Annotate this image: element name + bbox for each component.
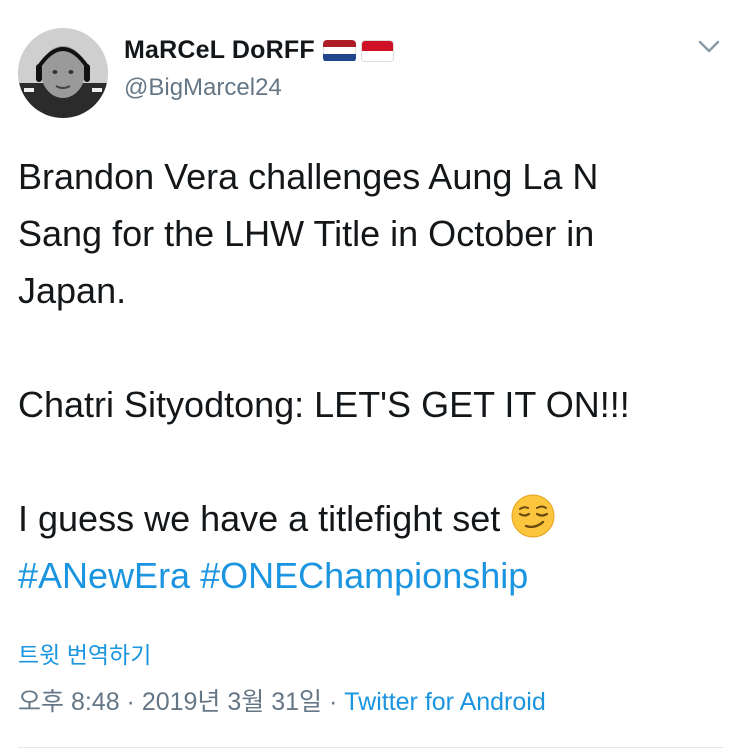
timestamp[interactable]: 오후 8:48 · 2019년 3월 31일 · <box>18 688 337 716</box>
display-name[interactable]: MaRCeL DoRFF <box>124 36 315 65</box>
tweet-text-line: I guess we have a titlefight set <box>18 498 501 539</box>
netherlands-flag-icon <box>322 39 356 62</box>
hashtag-line: #ANewEra #ONEChampionship <box>18 547 733 604</box>
tweet-meta: 오후 8:48 · 2019년 3월 31일 · Twitter for And… <box>18 682 546 718</box>
chevron-down-icon[interactable] <box>696 34 722 60</box>
avatar-photo <box>18 28 108 118</box>
tweet-card: MaRCeL DoRFF @BigMarcel24 Brandon Vera c… <box>0 0 743 755</box>
user-handle[interactable]: @BigMarcel24 <box>124 74 282 102</box>
hashtag-onechampionship[interactable]: #ONEChampionship <box>200 555 528 596</box>
flag-emojis <box>322 39 394 62</box>
tweet-text-line-with-emoji: I guess we have a titlefight set <box>18 490 733 547</box>
source-link[interactable]: Twitter for Android <box>344 688 545 716</box>
smirking-face-icon <box>511 494 555 538</box>
tweet-text-line: Brandon Vera challenges Aung La N <box>18 156 599 197</box>
tweet-text-line: Japan. <box>18 270 127 311</box>
indonesia-flag-icon <box>360 39 394 62</box>
hashtag-anewera[interactable]: #ANewEra <box>18 555 190 596</box>
tweet-text-line: Chatri Sityodtong: LET'S GET IT ON!!! <box>18 384 630 425</box>
avatar[interactable] <box>18 28 108 118</box>
divider <box>18 747 723 748</box>
translate-tweet-link[interactable]: 트윗 번역하기 <box>18 636 151 670</box>
tweet-text: Brandon Vera challenges Aung La N Sang f… <box>18 148 733 604</box>
author-name-row[interactable]: MaRCeL DoRFF <box>124 36 394 65</box>
tweet-text-line: Sang for the LHW Title in October in <box>18 213 595 254</box>
